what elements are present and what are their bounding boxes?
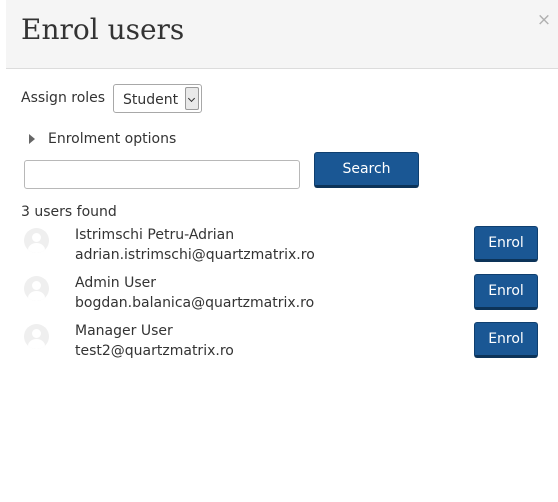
user-row: Manager User test2@quartzmatrix.ro Enrol (0, 322, 558, 370)
enrol-button[interactable]: Enrol (474, 322, 538, 358)
user-avatar-icon (24, 276, 49, 301)
user-avatar-icon (24, 228, 49, 253)
assign-roles-select[interactable]: Student (113, 84, 202, 113)
users-found-count: 3 users found (21, 204, 117, 220)
enrol-button[interactable]: Enrol (474, 274, 538, 310)
user-row: Admin User bogdan.balanica@quartzmatrix.… (0, 274, 558, 322)
user-email: adrian.istrimschi@quartzmatrix.ro (75, 247, 315, 263)
user-email: bogdan.balanica@quartzmatrix.ro (75, 295, 315, 311)
enrolment-options-label: Enrolment options (48, 131, 177, 147)
chevron-down-icon (185, 87, 199, 110)
assign-roles-label: Assign roles (21, 90, 106, 106)
user-name: Manager User (75, 323, 173, 339)
user-name: Istrimschi Petru-Adrian (75, 227, 235, 243)
enrol-button[interactable]: Enrol (474, 226, 538, 262)
close-icon[interactable]: × (536, 10, 552, 30)
user-row: Istrimschi Petru-Adrian adrian.istrimsch… (0, 226, 558, 274)
assign-roles-selected-value: Student (123, 92, 179, 108)
search-input[interactable] (24, 160, 300, 189)
triangle-right-icon (29, 134, 35, 144)
search-button[interactable]: Search (314, 152, 419, 188)
enrol-users-dialog: Enrol users × Assign roles Student Enrol… (0, 0, 558, 502)
user-name: Admin User (75, 275, 156, 291)
dialog-header: Enrol users × (6, 0, 558, 69)
user-avatar-icon (24, 324, 49, 349)
dialog-title: Enrol users (21, 13, 185, 46)
user-email: test2@quartzmatrix.ro (75, 343, 234, 359)
